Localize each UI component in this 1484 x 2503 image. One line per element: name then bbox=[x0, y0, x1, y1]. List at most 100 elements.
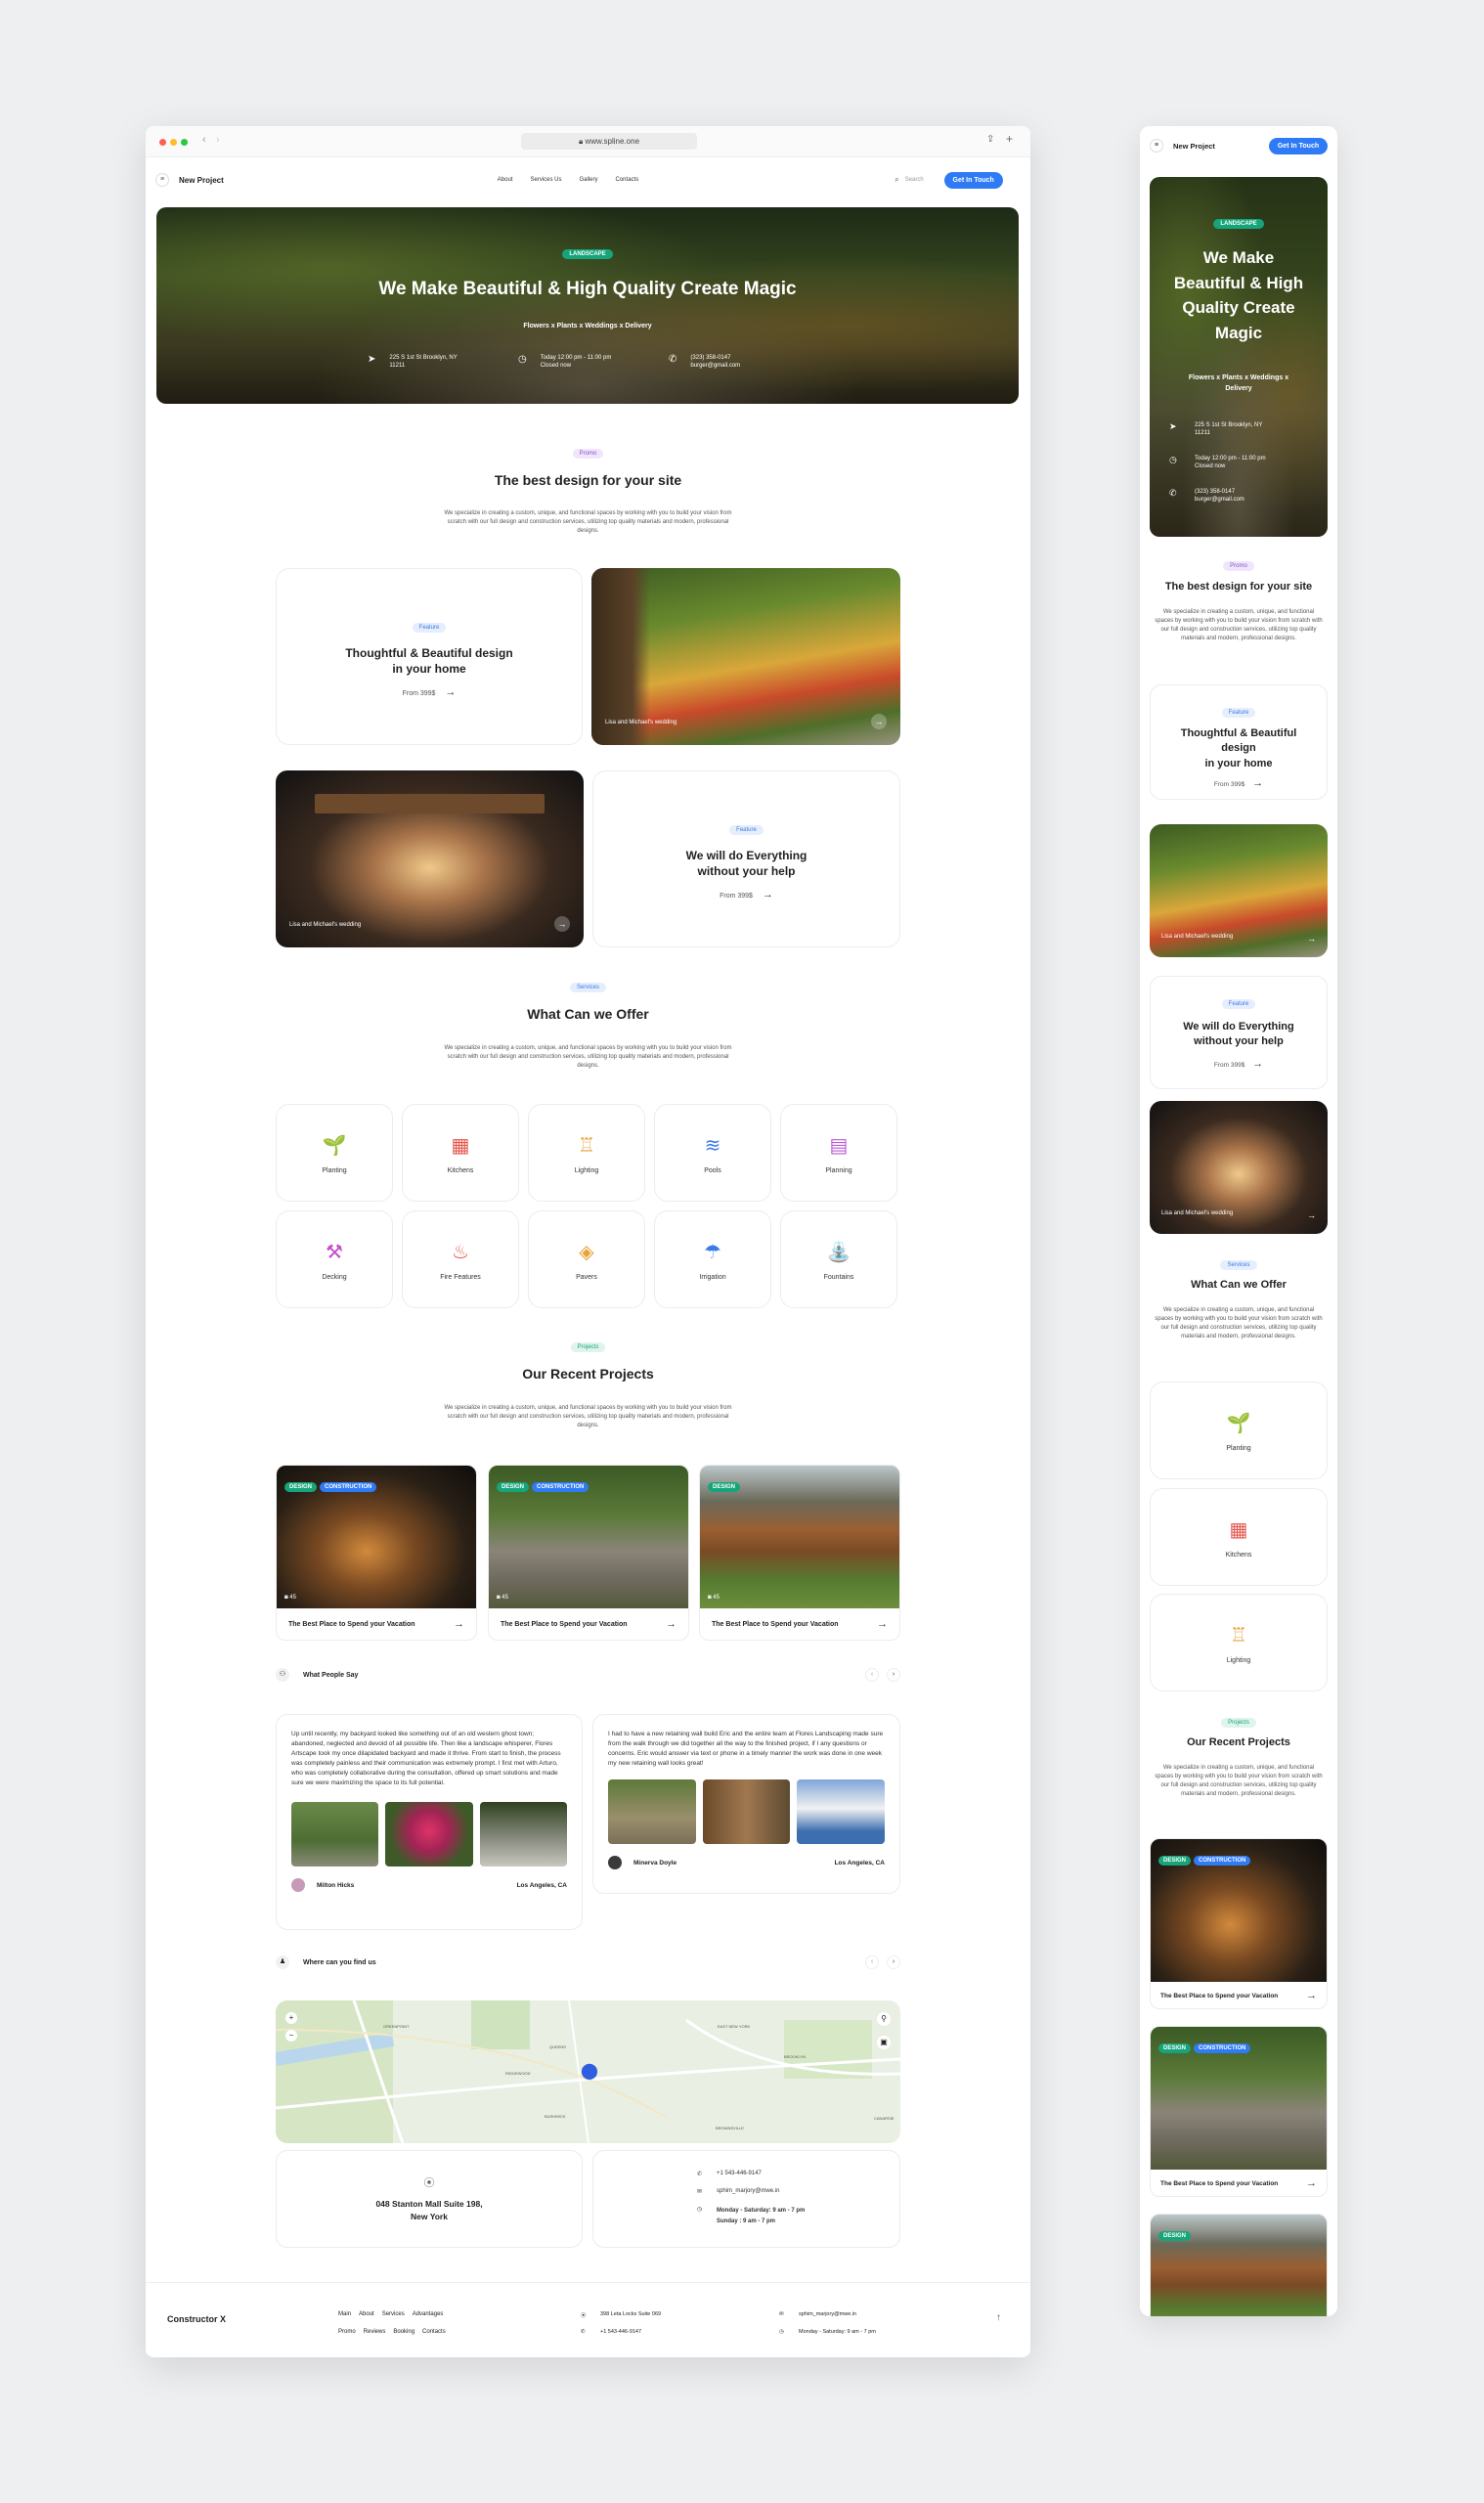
get-in-touch-button[interactable]: Get In Touch bbox=[943, 171, 1003, 189]
footer-link-booking[interactable]: Booking bbox=[393, 2329, 415, 2335]
zoom-in-icon[interactable]: + bbox=[285, 2012, 297, 2024]
arrow-right-icon[interactable]: → bbox=[1252, 1058, 1263, 1070]
service-card-irrigation[interactable]: ☂ Irrigation bbox=[654, 1210, 771, 1308]
photo-caption: Lisa and Michael's wedding bbox=[1161, 934, 1234, 940]
search-input[interactable]: Search bbox=[905, 177, 944, 183]
arrow-right-icon[interactable]: → bbox=[445, 686, 456, 698]
transit-icon[interactable]: ▣ bbox=[877, 2036, 891, 2049]
feature-title-line-1: Thoughtful & Beautiful design bbox=[345, 646, 513, 660]
service-card-fire-features[interactable]: ♨ Fire Features bbox=[402, 1210, 519, 1308]
map-pin-icon[interactable]: ⬤ bbox=[581, 2061, 598, 2081]
arrow-right-icon[interactable]: → bbox=[554, 916, 570, 932]
footer-email[interactable]: sphim_marjory@mwe.in bbox=[799, 2311, 856, 2317]
arrow-right-icon[interactable]: → bbox=[1307, 934, 1316, 944]
review-photo[interactable] bbox=[385, 1802, 473, 1867]
contact-phone[interactable]: +1 543-446-9147 bbox=[717, 2171, 762, 2177]
garden-photo[interactable]: Lisa and Michael's wedding → bbox=[1150, 824, 1328, 957]
footer-link-about[interactable]: About bbox=[359, 2311, 374, 2317]
menu-icon[interactable]: ≡ bbox=[1150, 139, 1163, 153]
footer-link-contacts[interactable]: Contacts bbox=[422, 2329, 446, 2335]
footer-link-reviews[interactable]: Reviews bbox=[364, 2329, 386, 2335]
review-photo[interactable] bbox=[797, 1779, 886, 1845]
gazebo-photo[interactable]: Lisa and Michael's wedding → bbox=[1150, 1101, 1328, 1234]
service-card-fountains[interactable]: ⛲ Fountains bbox=[780, 1210, 897, 1308]
arrow-right-icon[interactable]: → bbox=[666, 1618, 677, 1630]
new-tab-icon[interactable]: + bbox=[1006, 132, 1013, 146]
review-photo[interactable] bbox=[291, 1802, 379, 1867]
garden-photo[interactable]: Lisa and Michael's wedding → bbox=[591, 568, 900, 745]
next-arrow-icon[interactable]: › bbox=[887, 1955, 900, 1969]
zoom-out-icon[interactable]: − bbox=[285, 2030, 297, 2042]
brand-name[interactable]: New Project bbox=[179, 176, 224, 185]
menu-icon[interactable]: ≡ bbox=[155, 173, 169, 187]
project-card-2[interactable]: DESIGN CONSTRUCTION The Best Place to Spe… bbox=[1150, 2026, 1328, 2197]
footer-link-promo[interactable]: Promo bbox=[338, 2329, 356, 2335]
service-card-decking[interactable]: ⚒ Decking bbox=[276, 1210, 393, 1308]
share-icon[interactable]: ⇪ bbox=[986, 134, 994, 145]
service-card-kitchens[interactable]: ▦ Kitchens bbox=[1150, 1488, 1328, 1586]
footer-link-main[interactable]: Main bbox=[338, 2311, 351, 2317]
minimize-window-icon[interactable] bbox=[170, 139, 177, 146]
gazebo-photo[interactable]: Lisa and Michael's wedding → bbox=[276, 770, 584, 947]
footer-phone[interactable]: +1 543-446-9147 bbox=[600, 2329, 641, 2335]
search-icon[interactable]: ⌕ bbox=[895, 175, 898, 185]
project-card-1[interactable]: DESIGN CONSTRUCTION The Best Place to Spe… bbox=[1150, 1838, 1328, 2009]
project-card-3[interactable]: DESIGN bbox=[1150, 2214, 1328, 2316]
project-card-1[interactable]: DESIGN CONSTRUCTION ◙ 45 The Best Place t… bbox=[276, 1465, 477, 1641]
nav-link-contacts[interactable]: Contacts bbox=[616, 177, 639, 183]
nav-link-gallery[interactable]: Gallery bbox=[580, 177, 598, 183]
prev-arrow-icon[interactable]: ‹ bbox=[865, 1668, 879, 1682]
review-photo[interactable] bbox=[479, 1802, 567, 1867]
hero-hours: Today 12:00 pm - 11:00 pm bbox=[1195, 456, 1266, 461]
close-window-icon[interactable] bbox=[159, 139, 166, 146]
nav-link-about[interactable]: About bbox=[498, 177, 513, 183]
scroll-to-top-icon[interactable]: ↑ bbox=[996, 2312, 1001, 2323]
review-photo[interactable] bbox=[608, 1779, 696, 1845]
arrow-right-icon[interactable]: → bbox=[871, 714, 887, 729]
arrow-right-icon[interactable]: → bbox=[1252, 777, 1263, 789]
service-card-planting[interactable]: 🌱 Planting bbox=[276, 1104, 393, 1202]
project-title: The Best Place to Spend your Vacation bbox=[1160, 2179, 1279, 2187]
footer-link-services[interactable]: Services bbox=[382, 2311, 405, 2317]
review-card-1: Up until recently, my backyard looked li… bbox=[276, 1714, 583, 1930]
service-card-lighting[interactable]: ♖ Lighting bbox=[528, 1104, 645, 1202]
nav-link-services[interactable]: Services Us bbox=[530, 177, 561, 183]
service-card-pools[interactable]: ≋ Pools bbox=[654, 1104, 771, 1202]
hero-phone[interactable]: (323) 358-0147 bbox=[690, 354, 740, 362]
footer-link-advantages[interactable]: Advantages bbox=[413, 2311, 444, 2317]
arrow-right-icon[interactable]: → bbox=[454, 1618, 464, 1630]
arrow-right-icon[interactable]: → bbox=[1306, 2177, 1317, 2189]
map-label: GREENPOINT bbox=[383, 2024, 410, 2029]
walking-icon[interactable]: ⚲ bbox=[877, 2012, 891, 2026]
prev-arrow-icon[interactable]: ‹ bbox=[865, 1955, 879, 1969]
hero-subtitle: Flowers x Plants x Weddings x bbox=[1188, 374, 1289, 381]
address-bar[interactable]: 🔒︎ www.spline.one bbox=[521, 133, 697, 150]
maximize-window-icon[interactable] bbox=[181, 139, 188, 146]
footer-brand[interactable]: Constructor X bbox=[167, 2314, 226, 2324]
hero-email[interactable]: burger@gmail.com bbox=[1195, 496, 1244, 504]
service-card-planning[interactable]: ▤ Planning bbox=[780, 1104, 897, 1202]
project-card-2[interactable]: DESIGN CONSTRUCTION ◙ 45 The Best Place t… bbox=[488, 1465, 689, 1641]
service-label: Fountains bbox=[823, 1274, 854, 1281]
review-photo[interactable] bbox=[702, 1779, 791, 1845]
contact-email[interactable]: sphim_marjory@mwe.in bbox=[717, 2188, 779, 2195]
brand-name[interactable]: New Project bbox=[1173, 142, 1215, 151]
arrow-right-icon[interactable]: → bbox=[763, 889, 773, 900]
map[interactable]: EAST NEW YORK BROOKLYN QUEENS BROWNSVILL… bbox=[276, 2000, 900, 2143]
service-label: Kitchens bbox=[447, 1167, 474, 1174]
back-icon[interactable]: ‹ bbox=[202, 134, 206, 146]
next-arrow-icon[interactable]: › bbox=[887, 1668, 900, 1682]
service-card-pavers[interactable]: ◈ Pavers bbox=[528, 1210, 645, 1308]
forward-icon[interactable]: › bbox=[216, 134, 220, 146]
location-pin-icon: ⦿ bbox=[423, 2177, 435, 2189]
hero-phone[interactable]: (323) 358-0147 bbox=[1195, 488, 1244, 496]
service-card-lighting[interactable]: ♖ Lighting bbox=[1150, 1594, 1328, 1691]
hero-email[interactable]: burger@gmail.com bbox=[690, 362, 740, 370]
service-card-planting[interactable]: 🌱 Planting bbox=[1150, 1382, 1328, 1479]
arrow-right-icon[interactable]: → bbox=[1307, 1210, 1316, 1220]
service-card-kitchens[interactable]: ▦ Kitchens bbox=[402, 1104, 519, 1202]
arrow-right-icon[interactable]: → bbox=[1306, 1990, 1317, 2001]
get-in-touch-button[interactable]: Get In Touch bbox=[1269, 137, 1328, 154]
arrow-right-icon[interactable]: → bbox=[877, 1618, 888, 1630]
project-card-3[interactable]: DESIGN ◙ 45 The Best Place to Spend your… bbox=[699, 1465, 900, 1641]
